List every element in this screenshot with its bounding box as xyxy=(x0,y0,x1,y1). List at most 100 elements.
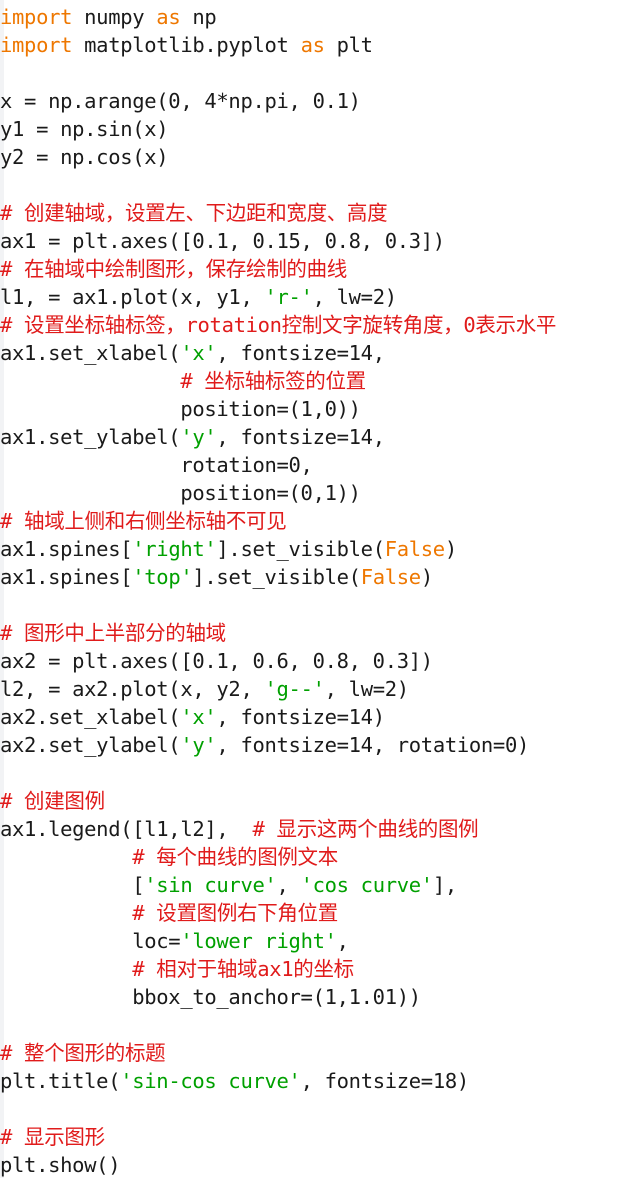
cjk-run: 整个图形的标题 xyxy=(24,1041,166,1065)
cjk-run: 显示图形 xyxy=(24,1125,105,1149)
code-line: x = np.arange(0, 4*np.pi, 0.1) xyxy=(0,87,640,115)
code-line: # 在轴域中绘制图形，保存绘制的曲线 xyxy=(0,255,640,283)
code-token-txt: ax1.set_ylabel( xyxy=(0,425,181,449)
code-line: # 相对于轴域ax1的坐标 xyxy=(0,955,640,983)
code-line: position=(1,0)) xyxy=(0,395,640,423)
cjk-run: 在轴域中绘制图形，保存绘制的曲线 xyxy=(24,257,347,281)
cjk-run: 控制文字旋转角度， xyxy=(281,313,464,337)
code-token-kw: as xyxy=(300,33,325,57)
code-token-kw: import xyxy=(0,5,73,29)
code-token-txt: rotation=0, xyxy=(0,453,313,477)
code-token-txt: numpy xyxy=(72,5,157,29)
code-line: # 图形中上半部分的轴域 xyxy=(0,619,640,647)
code-token-txt: ax1.spines[ xyxy=(0,565,133,589)
code-token-txt: , lw=2) xyxy=(324,677,409,701)
code-line: # 设置坐标轴标签，rotation控制文字旋转角度，0表示水平 xyxy=(0,311,640,339)
code-token-com: # 设置图例右下角位置 xyxy=(132,901,338,925)
python-code-block[interactable]: import numpy as np import matplotlib.pypl… xyxy=(0,3,640,1179)
code-token-txt: , xyxy=(276,873,301,897)
code-token-txt: np xyxy=(180,5,217,29)
code-token-txt: ax1 = plt.axes([0.1, 0.15, 0.8, 0.3]) xyxy=(0,229,445,253)
code-token-com: # 在轴域中绘制图形，保存绘制的曲线 xyxy=(0,257,347,281)
code-token-txt: , fontsize=14, xyxy=(216,425,385,449)
code-token-txt: y2 = np.cos(x) xyxy=(0,145,169,169)
code-token-txt: ) xyxy=(444,537,457,561)
code-token-str: 'top' xyxy=(132,565,193,589)
code-line: # 设置图例右下角位置 xyxy=(0,899,640,927)
code-token-com: # 相对于轴域ax1的坐标 xyxy=(132,957,354,981)
code-token-txt: loc= xyxy=(0,929,181,953)
code-token-com: # 图形中上半部分的轴域 xyxy=(0,621,226,645)
cjk-run: 坐标轴标签的位置 xyxy=(204,369,366,393)
code-token-str: 'r-' xyxy=(264,285,313,309)
code-line: ['sin curve', 'cos curve'], xyxy=(0,871,640,899)
code-line: l1, = ax1.plot(x, y1, 'r-', lw=2) xyxy=(0,283,640,311)
code-line: plt.title('sin-cos curve', fontsize=18) xyxy=(0,1067,640,1095)
code-token-txt: , fontsize=18) xyxy=(300,1069,470,1093)
code-token-com: # 设置坐标轴标签，rotation控制文字旋转角度，0表示水平 xyxy=(0,313,557,337)
cjk-run: 创建轴域，设置左、下边距和宽度、高度 xyxy=(24,201,388,225)
code-line: ax1.legend([l1,l2], # 显示这两个曲线的图例 xyxy=(0,815,640,843)
code-token-txt: position=(1,0)) xyxy=(0,397,361,421)
cjk-run: 创建图例 xyxy=(24,789,105,813)
code-line: # 每个曲线的图例文本 xyxy=(0,843,640,871)
code-token-txt: ax1.spines[ xyxy=(0,537,133,561)
code-token-kw: False xyxy=(384,537,445,561)
code-token-txt: ) xyxy=(420,565,433,589)
code-token-com: # 显示这两个曲线的图例 xyxy=(252,817,479,841)
code-token-txt: ].set_visible( xyxy=(216,537,385,561)
code-token-str: 'sin-cos curve' xyxy=(120,1069,301,1093)
code-line: position=(0,1)) xyxy=(0,479,640,507)
code-token-str: 'g--' xyxy=(264,677,325,701)
code-line: y2 = np.cos(x) xyxy=(0,143,640,171)
code-line: ax2.set_xlabel('x', fontsize=14) xyxy=(0,703,640,731)
cjk-run: 表示水平 xyxy=(475,313,557,337)
code-line: ax1 = plt.axes([0.1, 0.15, 0.8, 0.3]) xyxy=(0,227,640,255)
code-token-com: # 坐标轴标签的位置 xyxy=(180,369,366,393)
code-token-kw: False xyxy=(360,565,421,589)
code-token-txt: position=(0,1)) xyxy=(0,481,361,505)
cjk-run: 显示这两个曲线的图例 xyxy=(276,817,479,841)
code-token-com: # 整个图形的标题 xyxy=(0,1041,166,1065)
code-token-kw: import xyxy=(0,33,73,57)
code-line: import numpy as np xyxy=(0,3,640,31)
code-line: loc='lower right', xyxy=(0,927,640,955)
code-token-txt: matplotlib.pyplot xyxy=(72,33,301,57)
code-line: ax1.set_xlabel('x', fontsize=14, xyxy=(0,339,640,367)
code-token-com: # 轴域上侧和右侧坐标轴不可见 xyxy=(0,509,287,533)
code-line: # 整个图形的标题 xyxy=(0,1039,640,1067)
code-line: # 轴域上侧和右侧坐标轴不可见 xyxy=(0,507,640,535)
code-line: # 创建轴域，设置左、下边距和宽度、高度 xyxy=(0,199,640,227)
code-token-txt: , lw=2) xyxy=(312,285,397,309)
code-token-txt: ax2 = plt.axes([0.1, 0.6, 0.8, 0.3]) xyxy=(0,649,433,673)
code-line: ax2 = plt.axes([0.1, 0.6, 0.8, 0.3]) xyxy=(0,647,640,675)
code-token-txt: bbox_to_anchor=(1,1.01)) xyxy=(0,985,421,1009)
code-token-txt: ], xyxy=(432,873,457,897)
code-token-txt: ax1.legend([l1,l2], xyxy=(0,817,253,841)
cjk-run: 设置坐标轴标签， xyxy=(24,313,186,337)
code-line: ax1.spines['top'].set_visible(False) xyxy=(0,563,640,591)
cjk-run: 轴域上侧和右侧坐标轴不可见 xyxy=(24,509,287,533)
code-screenshot-surface: import numpy as np import matplotlib.pypl… xyxy=(0,0,640,1178)
code-line: import matplotlib.pyplot as plt xyxy=(0,31,640,59)
code-token-txt: plt.show() xyxy=(0,1153,121,1177)
code-line: rotation=0, xyxy=(0,451,640,479)
code-token-txt: ax2.set_xlabel( xyxy=(0,705,181,729)
code-token-str: 'y' xyxy=(180,425,217,449)
code-line: plt.show() xyxy=(0,1151,640,1179)
code-token-com: # 创建图例 xyxy=(0,789,105,813)
code-token-com: # 创建轴域，设置左、下边距和宽度、高度 xyxy=(0,201,388,225)
code-token-txt: , xyxy=(336,929,349,953)
cjk-run: 每个曲线的图例文本 xyxy=(156,845,338,869)
cjk-run: 设置图例右下角位置 xyxy=(156,901,338,925)
code-token-str: 'lower right' xyxy=(180,929,337,953)
code-token-str: 'y' xyxy=(180,733,217,757)
cjk-run: 的坐标 xyxy=(293,957,354,981)
code-token-txt: y1 = np.sin(x) xyxy=(0,117,169,141)
